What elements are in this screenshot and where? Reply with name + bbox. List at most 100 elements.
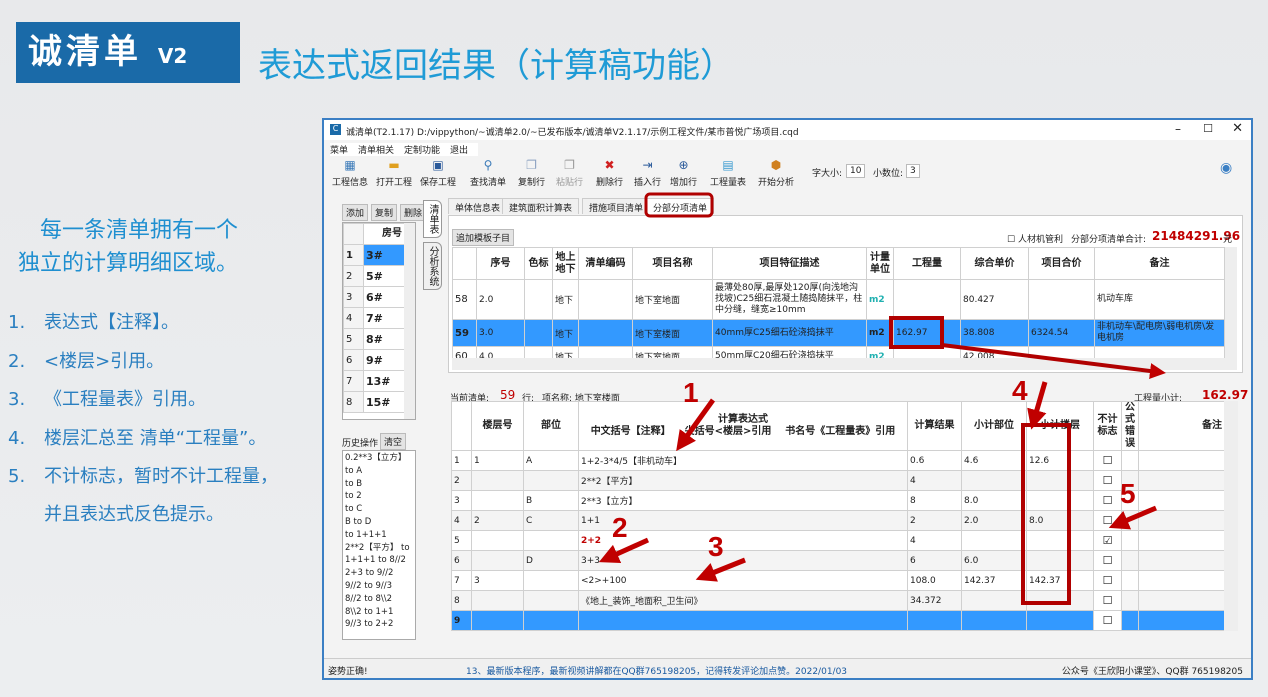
- font-size-spinner[interactable]: 10: [846, 164, 866, 178]
- upper-hscroll[interactable]: [452, 358, 1237, 370]
- calc-cell[interactable]: A: [523, 450, 579, 471]
- clear-history-button[interactable]: 清空: [380, 433, 407, 450]
- column-header[interactable]: 备注: [1094, 247, 1225, 280]
- calc-row[interactable]: 4 2 C 1+1 2 2.0 8.0 ☐: [451, 510, 1224, 531]
- rcj-checkbox[interactable]: ☐ 人材机管利: [1007, 232, 1063, 245]
- column-header[interactable]: 序号: [476, 247, 525, 280]
- room-scrollbar[interactable]: [404, 223, 415, 419]
- room-name[interactable]: 5#: [363, 265, 405, 287]
- calc-row[interactable]: 3 B 2**3【立方】 8 8.0 ☐: [451, 490, 1224, 511]
- calc-cell[interactable]: [961, 630, 1027, 631]
- room-name[interactable]: 15#: [363, 391, 405, 413]
- calc-cell[interactable]: 4: [907, 470, 962, 491]
- calc-row[interactable]: 1 1 A 1+2-3*4/5【非机动车】 0.6 4.6 12.6 ☐: [451, 450, 1224, 471]
- exclude-checkbox[interactable]: ☐: [1093, 510, 1122, 531]
- calc-cell[interactable]: [523, 610, 579, 631]
- toolbar-button[interactable]: ⬢ 开始分析: [758, 158, 794, 188]
- room-name[interactable]: 3#: [363, 244, 405, 266]
- calc-cell[interactable]: 6: [907, 550, 962, 571]
- calc-row[interactable]: 2 2**2【平方】 4 ☐: [451, 470, 1224, 491]
- calc-cell[interactable]: D: [523, 550, 579, 571]
- calc-cell[interactable]: 1+2-3*4/5【非机动车】: [578, 450, 908, 471]
- room-name[interactable]: 9#: [363, 349, 405, 371]
- history-item[interactable]: to C: [345, 503, 413, 516]
- calc-cell[interactable]: 34.372: [907, 590, 962, 611]
- calc-cell[interactable]: [523, 570, 579, 591]
- calc-cell[interactable]: <2>+100: [578, 570, 908, 591]
- calc-cell[interactable]: [1026, 630, 1094, 631]
- exclude-checkbox[interactable]: ☐: [1093, 470, 1122, 491]
- upper-vscroll[interactable]: [1225, 247, 1237, 359]
- column-header[interactable]: 工程量: [893, 247, 961, 280]
- lower-vscroll[interactable]: [1224, 401, 1238, 631]
- column-header[interactable]: [452, 247, 477, 280]
- calc-cell[interactable]: C: [523, 510, 579, 531]
- calc-cell[interactable]: 2: [907, 510, 962, 531]
- calc-cell[interactable]: [961, 590, 1027, 611]
- calc-cell[interactable]: [1026, 550, 1094, 571]
- room-action-button[interactable]: 复制: [371, 204, 398, 221]
- history-item[interactable]: 1+1+1 to 8//2: [345, 554, 413, 567]
- history-item[interactable]: 8\\2 to 1+1: [345, 606, 413, 619]
- calc-row[interactable]: 5 2+2 4 ☑: [451, 530, 1224, 551]
- calc-cell[interactable]: [907, 630, 962, 631]
- tab[interactable]: 单体信息表: [448, 198, 508, 214]
- calc-cell[interactable]: 8.0: [1026, 510, 1094, 531]
- calc-cell[interactable]: 8: [907, 490, 962, 511]
- column-header[interactable]: 不计标志: [1093, 401, 1122, 451]
- calc-cell[interactable]: 142.37: [961, 570, 1027, 591]
- calc-cell[interactable]: [961, 470, 1027, 491]
- column-header[interactable]: 清单编码: [578, 247, 633, 280]
- column-header[interactable]: 楼层号: [471, 401, 524, 451]
- history-item[interactable]: 2+3 to 9//2: [345, 567, 413, 580]
- calc-cell[interactable]: [578, 610, 908, 631]
- calc-cell[interactable]: 108.0: [907, 570, 962, 591]
- column-header[interactable]: 项目名称: [632, 247, 713, 280]
- room-row[interactable]: 2 5#: [343, 265, 405, 287]
- calc-cell[interactable]: 2+2: [578, 530, 908, 551]
- column-header[interactable]: 地上地下: [552, 247, 579, 280]
- room-name[interactable]: 8#: [363, 328, 405, 350]
- calc-cell[interactable]: 4.6: [961, 450, 1027, 471]
- menu-item[interactable]: 定制功能: [404, 146, 440, 156]
- calc-cell[interactable]: [471, 470, 524, 491]
- menu-item[interactable]: 退出: [450, 146, 468, 156]
- calc-row[interactable]: 9 ☐: [451, 610, 1224, 631]
- room-row[interactable]: 1 3#: [343, 244, 405, 266]
- calc-cell[interactable]: 2**2【平方】: [578, 470, 908, 491]
- calc-cell[interactable]: [578, 630, 908, 631]
- history-item[interactable]: to A: [345, 465, 413, 478]
- decimals-spinner[interactable]: 3: [906, 164, 920, 178]
- toolbar-button[interactable]: ❐ 复制行: [518, 158, 545, 188]
- calc-cell[interactable]: [961, 530, 1027, 551]
- calc-cell[interactable]: 8.0: [961, 490, 1027, 511]
- history-item[interactable]: 8//2 to 8\\2: [345, 593, 413, 606]
- bill-row[interactable]: 59 3.0 地下 地下室楼面 40mm厚C25细石砼浇捣抹平 m2 162.97 38.80…: [452, 319, 1225, 347]
- toolbar-button[interactable]: ▦ 工程信息: [332, 158, 368, 188]
- calc-cell[interactable]: [523, 630, 579, 631]
- calc-cell[interactable]: 2: [471, 510, 524, 531]
- menu-item[interactable]: 清单相关: [358, 146, 394, 156]
- toolbar-button[interactable]: ⇥ 插入行: [634, 158, 661, 188]
- calc-row[interactable]: 6 D 3+3 6 6.0 ☐: [451, 550, 1224, 571]
- history-item[interactable]: 9//2 to 9//3: [345, 580, 413, 593]
- history-item[interactable]: to B: [345, 478, 413, 491]
- room-row[interactable]: 4 7#: [343, 307, 405, 329]
- tab[interactable]: 分部分项清单: [646, 198, 715, 214]
- calc-cell[interactable]: 3+3: [578, 550, 908, 571]
- column-header[interactable]: 备注: [1138, 401, 1224, 451]
- history-item[interactable]: to 2: [345, 490, 413, 503]
- room-name[interactable]: 6#: [363, 286, 405, 308]
- room-name[interactable]: 7#: [363, 307, 405, 329]
- user-icon[interactable]: ◉: [1220, 160, 1232, 176]
- calc-cell[interactable]: 6.0: [961, 550, 1027, 571]
- vertical-tab[interactable]: 清单表: [423, 200, 442, 238]
- calc-cell[interactable]: [1026, 490, 1094, 511]
- calc-cell[interactable]: B: [523, 490, 579, 511]
- column-header[interactable]: 小计楼层: [1026, 401, 1094, 451]
- column-header[interactable]: [451, 401, 472, 451]
- column-header[interactable]: 综合单价: [960, 247, 1029, 280]
- minimize-button[interactable]: –: [1175, 122, 1181, 136]
- calc-cell[interactable]: [1026, 470, 1094, 491]
- calc-cell[interactable]: [471, 630, 524, 631]
